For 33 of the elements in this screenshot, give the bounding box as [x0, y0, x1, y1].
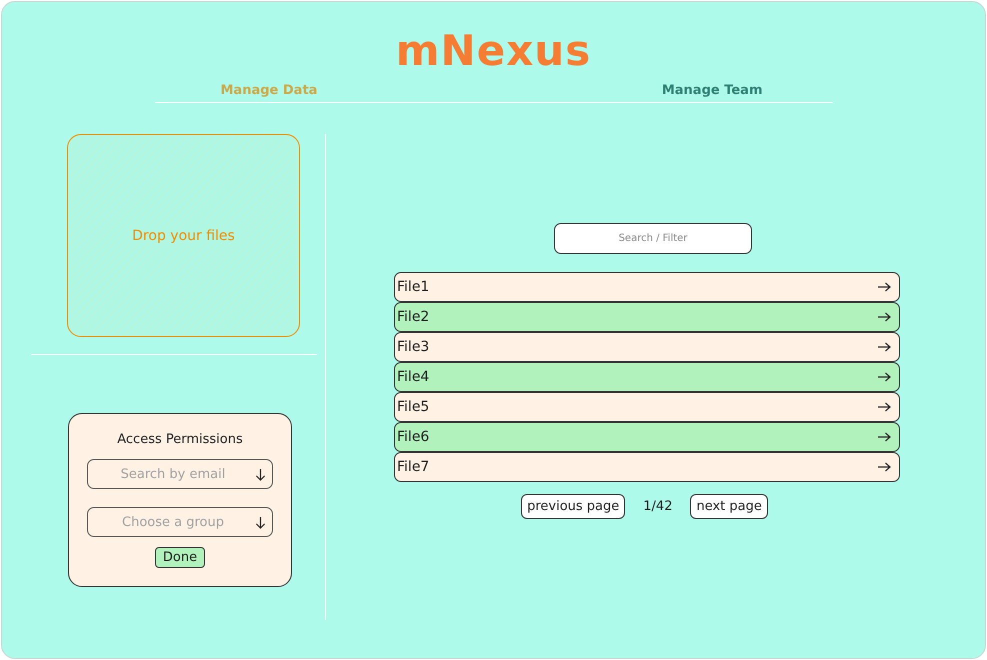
file-row[interactable]: File4 — [394, 362, 900, 392]
group-select-field[interactable]: Choose a group — [87, 507, 273, 537]
file-name: File2 — [397, 309, 430, 325]
file-name: File5 — [397, 399, 430, 415]
file-name: File6 — [397, 429, 430, 445]
file-name: File3 — [397, 339, 430, 355]
file-name: File7 — [397, 459, 430, 475]
app-logo: mNexus — [394, 26, 592, 76]
down-arrow-icon — [255, 468, 266, 481]
previous-page-button[interactable]: previous page — [521, 494, 626, 519]
right-arrow-icon — [877, 432, 891, 442]
down-arrow-icon — [255, 516, 266, 529]
next-page-button[interactable]: next page — [690, 494, 768, 519]
file-row[interactable]: File5 — [394, 392, 900, 422]
search-field[interactable]: Search / Filter — [554, 223, 752, 254]
file-row[interactable]: File1 — [394, 272, 900, 302]
page-indicator: 1/42 — [643, 499, 672, 514]
right-arrow-icon — [877, 312, 891, 322]
right-arrow-icon — [877, 342, 891, 352]
file-row[interactable]: File6 — [394, 422, 900, 452]
right-arrow-icon — [877, 462, 891, 472]
file-row[interactable]: File7 — [394, 452, 900, 482]
right-arrow-icon — [877, 372, 891, 382]
card-title: Access Permissions — [117, 432, 243, 447]
right-arrow-icon — [877, 402, 891, 412]
file-row[interactable]: File3 — [394, 332, 900, 362]
right-arrow-icon — [877, 282, 891, 292]
file-name: File1 — [397, 279, 430, 295]
email-search-field[interactable]: Search by email — [87, 459, 273, 489]
file-name: File4 — [397, 369, 430, 385]
file-row[interactable]: File2 — [394, 302, 900, 332]
nav-tab[interactable]: Manage Team — [492, 78, 832, 102]
done-button[interactable]: Done — [154, 547, 206, 568]
